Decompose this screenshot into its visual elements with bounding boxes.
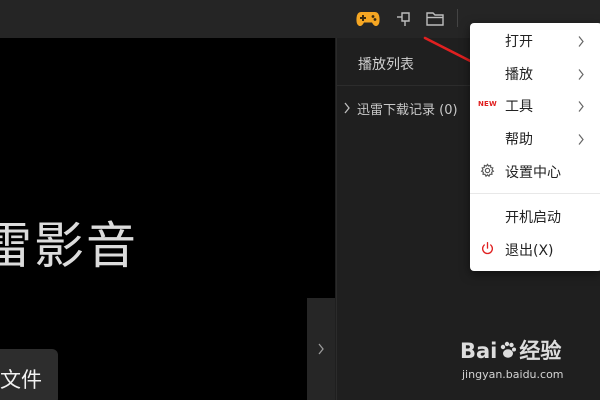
watermark-logo-text: Bai [460,339,498,363]
playlist-title: 播放列表 [358,57,414,73]
menu-item-label: 播放 [505,67,533,83]
paw-icon [498,340,518,365]
watermark-logo-text: 经验 [519,339,562,363]
menu-item-settings[interactable]: 设置中心 [470,157,600,185]
folder-icon[interactable] [422,6,448,32]
playlist-toggle-handle[interactable] [307,298,335,400]
open-file-button-label: 文件 [0,368,42,392]
chevron-right-icon [577,131,585,150]
menu-item-label: 帮助 [505,132,533,148]
menu-item-label: 工具 [505,99,533,115]
pin-icon[interactable] [391,6,417,32]
playlist-group-label: 迅雷下载记录 (0) [357,102,458,118]
gear-icon [480,163,495,182]
menu-item-play[interactable]: 播放 [470,59,600,87]
menu-item-label: 设置中心 [505,165,561,181]
menu-item-autostart[interactable]: 开机启动 [470,202,600,230]
menu-item-open[interactable]: 打开 [470,26,600,54]
brand-text: 雷影音 [0,217,138,275]
new-badge: NEW [478,100,497,108]
menu-item-label: 退出(X) [505,243,554,259]
watermark-logo: Bai 经验 [460,335,561,365]
menu-item-label: 开机启动 [505,210,561,226]
menu-item-label: 打开 [505,34,533,50]
chevron-right-icon [577,33,585,52]
main-dropdown-menu: 打开 播放 NEW 工具 帮助 设置中心 开机启动 退出(X) [470,23,600,271]
chevron-right-icon [343,99,351,118]
gamepad-icon[interactable] [355,6,381,32]
power-icon [480,241,495,260]
chevron-right-icon [317,340,325,359]
menu-item-exit[interactable]: 退出(X) [470,235,600,263]
titlebar-divider [457,9,458,27]
playlist-group-xunlei[interactable]: 迅雷下载记录 (0) [343,98,458,118]
video-area[interactable]: 雷影音 [0,38,335,400]
open-file-button[interactable]: 文件 [0,349,58,400]
menu-divider [470,193,600,194]
menu-item-help[interactable]: 帮助 [470,124,600,152]
menu-item-tools[interactable]: NEW 工具 [470,91,600,119]
chevron-right-icon [577,66,585,85]
watermark-url: jingyan.baidu.com [462,368,564,381]
chevron-right-icon [577,98,585,117]
baidu-jingyan-watermark: Bai 经验 jingyan.baidu.com [454,335,594,391]
